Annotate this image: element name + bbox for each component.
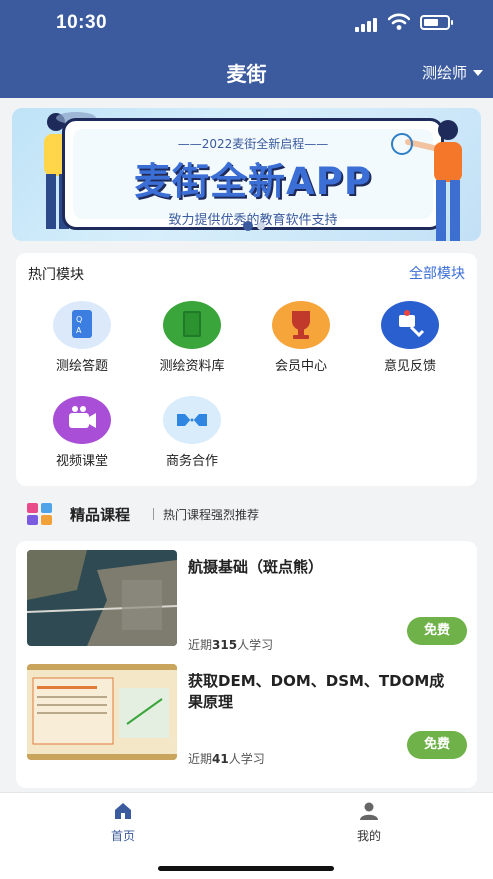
home-indicator: [158, 866, 334, 871]
hot-modules-title: 热门模块: [28, 267, 84, 283]
all-modules-link[interactable]: 全部模块: [409, 263, 465, 283]
carousel-indicator[interactable]: [243, 221, 265, 231]
banner-card: ——2022麦街全新启程—— 麦街全新APP 致力提供优秀的教育软件支持: [62, 118, 444, 230]
page-title: 麦街: [226, 62, 267, 86]
status-time: 10:30: [56, 12, 108, 33]
tab-label: 首页: [110, 829, 135, 843]
module-survey-library[interactable]: 测绘资料库: [146, 301, 238, 374]
course-item[interactable]: 航摄基础（斑点熊） 近期315人学习 免费: [27, 550, 467, 652]
divider: [153, 508, 154, 520]
video-camera-icon: [53, 396, 111, 444]
chevron-down-icon: [473, 69, 483, 76]
course-title: 航摄基础（斑点熊）: [188, 558, 324, 576]
module-label: 测绘资料库: [159, 359, 225, 374]
role-selector[interactable]: 测绘师: [422, 62, 483, 83]
cellular-signal-icon: [355, 18, 379, 32]
role-label: 测绘师: [421, 64, 467, 82]
module-label: 商务合作: [165, 454, 218, 469]
course-list: 航摄基础（斑点熊） 近期315人学习 免费 获取DEM、DOM、DSM、TDOM…: [16, 541, 477, 788]
banner-subtitle: ——2022麦街全新启程——: [177, 137, 329, 151]
svg-text:A: A: [76, 326, 82, 335]
trophy-icon: [272, 301, 330, 349]
course-learners: 近期41人学习: [188, 752, 265, 766]
user-icon: [360, 802, 378, 820]
module-member-center[interactable]: 会员中心: [255, 301, 347, 374]
grid-apps-icon: [27, 503, 52, 525]
home-icon: [115, 803, 131, 819]
banner-headline: 麦街全新APP: [134, 160, 372, 203]
tab-label: 我的: [356, 829, 381, 843]
course-learners: 近期315人学习: [188, 638, 274, 652]
module-label: 意见反馈: [383, 359, 436, 374]
premium-title: 精品课程: [70, 506, 131, 524]
wifi-icon: [388, 13, 410, 30]
tab-home[interactable]: 首页: [83, 801, 163, 844]
course-thumbnail: [27, 550, 177, 646]
course-item[interactable]: 获取DEM、DOM、DSM、TDOM成果原理 近期41人学习 免费: [27, 664, 467, 766]
battery-icon: [420, 15, 453, 30]
module-feedback[interactable]: 意见反馈: [364, 301, 456, 374]
app-header: 10:30 麦街 测绘师: [0, 0, 493, 98]
handshake-icon: [163, 396, 221, 444]
course-thumbnail: [27, 664, 177, 760]
module-business[interactable]: 商务合作: [146, 396, 238, 469]
book-icon: [163, 301, 221, 349]
carousel-dot: [257, 222, 265, 230]
module-label: 测绘答题: [55, 359, 108, 374]
qa-document-icon: QA: [53, 301, 111, 349]
free-button[interactable]: 免费: [407, 731, 467, 759]
module-label: 会员中心: [274, 359, 327, 374]
hot-modules-card: 热门模块 全部模块 QA 测绘答题 测绘资料库 会员中心 意见反馈 视频课堂 商…: [16, 253, 477, 486]
module-label: 视频课堂: [55, 454, 108, 469]
module-survey-qa[interactable]: QA 测绘答题: [36, 301, 128, 374]
premium-section-header: 精品课程 热门课程强烈推荐: [26, 500, 466, 528]
course-title: 获取DEM、DOM、DSM、TDOM成果原理: [188, 672, 445, 711]
tab-mine[interactable]: 我的: [329, 801, 409, 844]
brand-logo-icon: [391, 133, 413, 155]
svg-text:Q: Q: [76, 315, 82, 324]
premium-subtitle: 热门课程强烈推荐: [163, 508, 260, 522]
phone-feedback-icon: [381, 301, 439, 349]
promo-banner[interactable]: ——2022麦街全新启程—— 麦街全新APP 致力提供优秀的教育软件支持: [12, 108, 481, 241]
module-video-class[interactable]: 视频课堂: [36, 396, 128, 469]
free-button[interactable]: 免费: [407, 617, 467, 645]
carousel-dot-active: [243, 221, 253, 231]
